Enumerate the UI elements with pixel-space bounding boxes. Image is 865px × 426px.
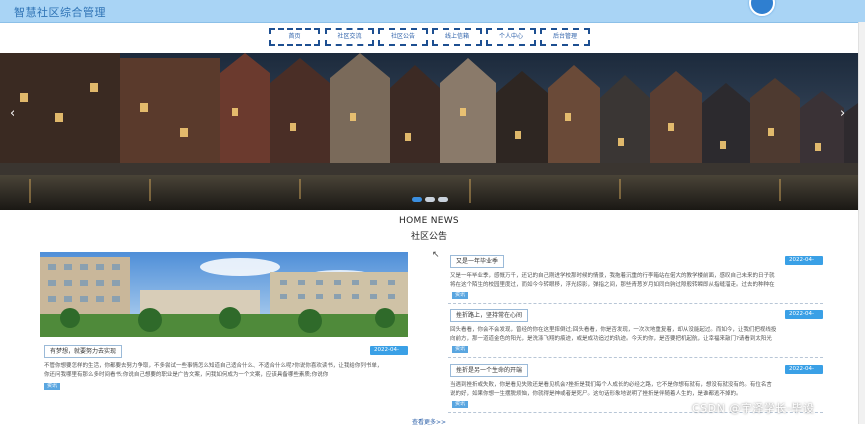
featured-news-image[interactable] — [40, 252, 408, 337]
csdn-watermark: CSDN @宇泽学长-毕设 — [692, 402, 815, 415]
news-item-title[interactable]: 挫折路上，坚持常在心间 — [450, 309, 529, 322]
news-item-title[interactable]: 挫折是另一个生命的开端 — [450, 364, 529, 377]
banner-image — [0, 53, 865, 210]
news-item-excerpt-2: 将在这个陌生的校园里度过，而如今今转眼移，浮光掠影，弹指之间，那些青葱岁月如同白… — [450, 282, 775, 288]
mouse-cursor-icon: ↖ — [432, 250, 440, 260]
news-item-excerpt-1: 当遇到挫折或失败，你是看见失败还是看见机会?挫折是我们每个人成长的必经之路，它不… — [450, 382, 772, 388]
news-item[interactable]: 挫折路上，坚持常在心间 2022-04-01 回头看看，你会不会发现，曾经的你在… — [448, 307, 823, 358]
section-title-cn: 社区公告 — [410, 232, 447, 242]
news-item-title[interactable]: 又是一年毕业季 — [450, 255, 505, 268]
nav-online-mailbox[interactable]: 线上信箱 — [432, 28, 482, 46]
user-avatar-icon[interactable] — [749, 0, 775, 16]
banner-carousel[interactable] — [0, 53, 865, 210]
nav-admin[interactable]: 后台管理 — [540, 28, 590, 46]
nav-personal-center[interactable]: 个人中心 — [486, 28, 536, 46]
news-item-date: 2022-04-01 — [785, 256, 823, 272]
news-item[interactable]: 又是一年毕业季 2022-04-01 又是一年毕业季，感慨万千，还记的自己刚进学… — [448, 253, 823, 304]
featured-news[interactable]: 有梦想，就要努力去实现 2022-04-01 不管你想要怎样的生活，你都要去努力… — [40, 341, 408, 393]
carousel-next-icon[interactable]: › — [840, 106, 845, 121]
section-title-en: HOME NEWS — [399, 216, 459, 226]
carousel-dot-2[interactable] — [425, 197, 435, 202]
carousel-dot-3[interactable] — [438, 197, 448, 202]
news-item-date: 2022-04-01 — [785, 310, 823, 326]
carousel-dot-1[interactable] — [412, 197, 422, 202]
featured-news-excerpt-1: 不管你想要怎样的生活，你都要去努力争取，不多尝试一些事情怎么知道自己适合什么、不… — [44, 363, 383, 369]
carousel-prev-icon[interactable]: ‹ — [10, 106, 15, 121]
nav-community-notice[interactable]: 社区公告 — [378, 28, 428, 46]
featured-news-date: 2022-04-01 — [370, 346, 408, 362]
news-item-date: 2022-04-01 — [785, 365, 823, 381]
news-item-excerpt-1: 回头看看，你会不会发现，曾经的你在这里摔倒过;回头看看，你是否发现，一次次地重复… — [450, 327, 777, 333]
news-item-excerpt-1: 又是一年毕业季，感慨万千，还记的自己刚进学校那时候的情景，我拖着沉重的行李箱站在… — [450, 273, 775, 279]
featured-news-title[interactable]: 有梦想，就要努力去实现 — [44, 345, 123, 358]
featured-news-excerpt-2: 你还问我哪里有那么多时间看书;你说自己想要的职业是广告文案，问我如何成为一个文案… — [44, 372, 329, 378]
featured-news-tag: 资讯 — [44, 383, 61, 390]
news-item-tag: 资讯 — [452, 346, 469, 353]
nav-home[interactable]: 首页 — [269, 28, 320, 46]
news-item-tag: 资讯 — [452, 401, 469, 408]
view-more-link[interactable]: 查看更多>> — [412, 417, 446, 426]
news-item-excerpt-2: 向前方，那一道道金色的阳光，是洗涤飞翔的痕迹，或是成功追过的轨迹。今天的你，是否… — [450, 336, 772, 342]
main-nav: 首页 社区交流 社区公告 线上信箱 个人中心 后台管理 — [0, 28, 865, 48]
top-header: 智慧社区综合管理 — [0, 0, 865, 23]
news-item-excerpt-2: 说的好，如果你想一生摆脱烦恼，你就得是神或者是死尸。这句话形象地说明了挫折是伴随… — [450, 391, 742, 397]
news-item-tag: 资讯 — [452, 292, 469, 299]
nav-community-exchange[interactable]: 社区交流 — [325, 28, 374, 46]
page-scrollbar[interactable] — [858, 22, 865, 424]
site-title: 智慧社区综合管理 — [14, 6, 106, 19]
